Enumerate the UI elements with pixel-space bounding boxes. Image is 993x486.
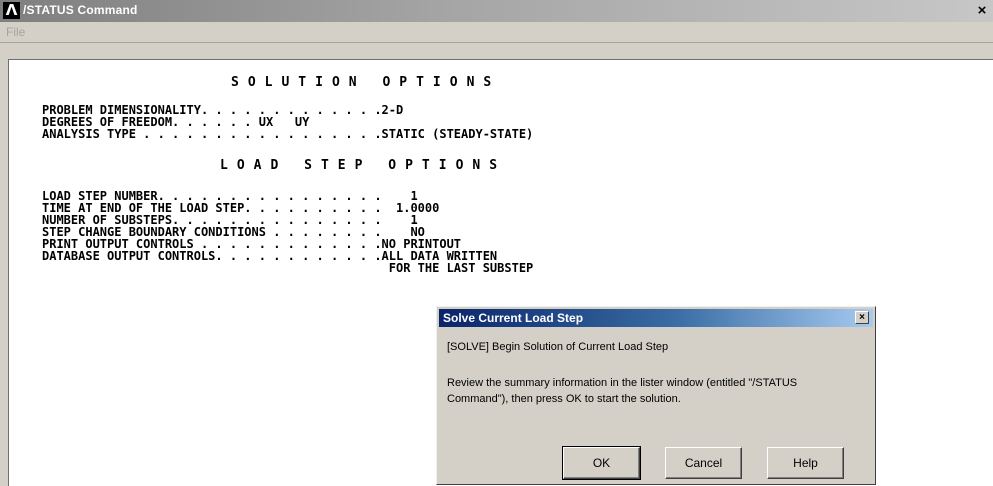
- cancel-button[interactable]: Cancel: [665, 447, 742, 479]
- window-title: /STATUS Command: [23, 3, 138, 17]
- dialog-message-line2a: Review the summary information in the li…: [447, 377, 798, 389]
- dialog-close-icon[interactable]: ×: [855, 311, 869, 324]
- help-button[interactable]: Help: [767, 447, 844, 479]
- dialog-title: Solve Current Load Step: [443, 311, 584, 325]
- dialog-title-bar: Solve Current Load Step ×: [439, 309, 873, 327]
- dialog-message-line1: [SOLVE] Begin Solution of Current Load S…: [447, 341, 669, 353]
- solution-line-analysis-type: ANALYSIS TYPE . . . . . . . . . . . . . …: [42, 127, 534, 141]
- solution-options-heading: SOLUTION OPTIONS: [231, 75, 501, 90]
- menu-file[interactable]: File: [6, 25, 25, 39]
- window-close-icon[interactable]: ×: [973, 1, 991, 20]
- load-line-database-output-cont: FOR THE LAST SUBSTEP: [42, 261, 534, 275]
- ok-button[interactable]: OK: [562, 446, 641, 480]
- dialog-message-line2b: Command"), then press OK to start the so…: [447, 393, 681, 405]
- solve-dialog: Solve Current Load Step × [SOLVE] Begin …: [436, 306, 876, 485]
- ansys-logo-icon: Λ: [3, 2, 20, 19]
- window-title-bar: Λ /STATUS Command ×: [0, 0, 993, 22]
- load-step-options-heading: LOAD STEP OPTIONS: [220, 158, 507, 173]
- menu-bar: File: [0, 22, 993, 43]
